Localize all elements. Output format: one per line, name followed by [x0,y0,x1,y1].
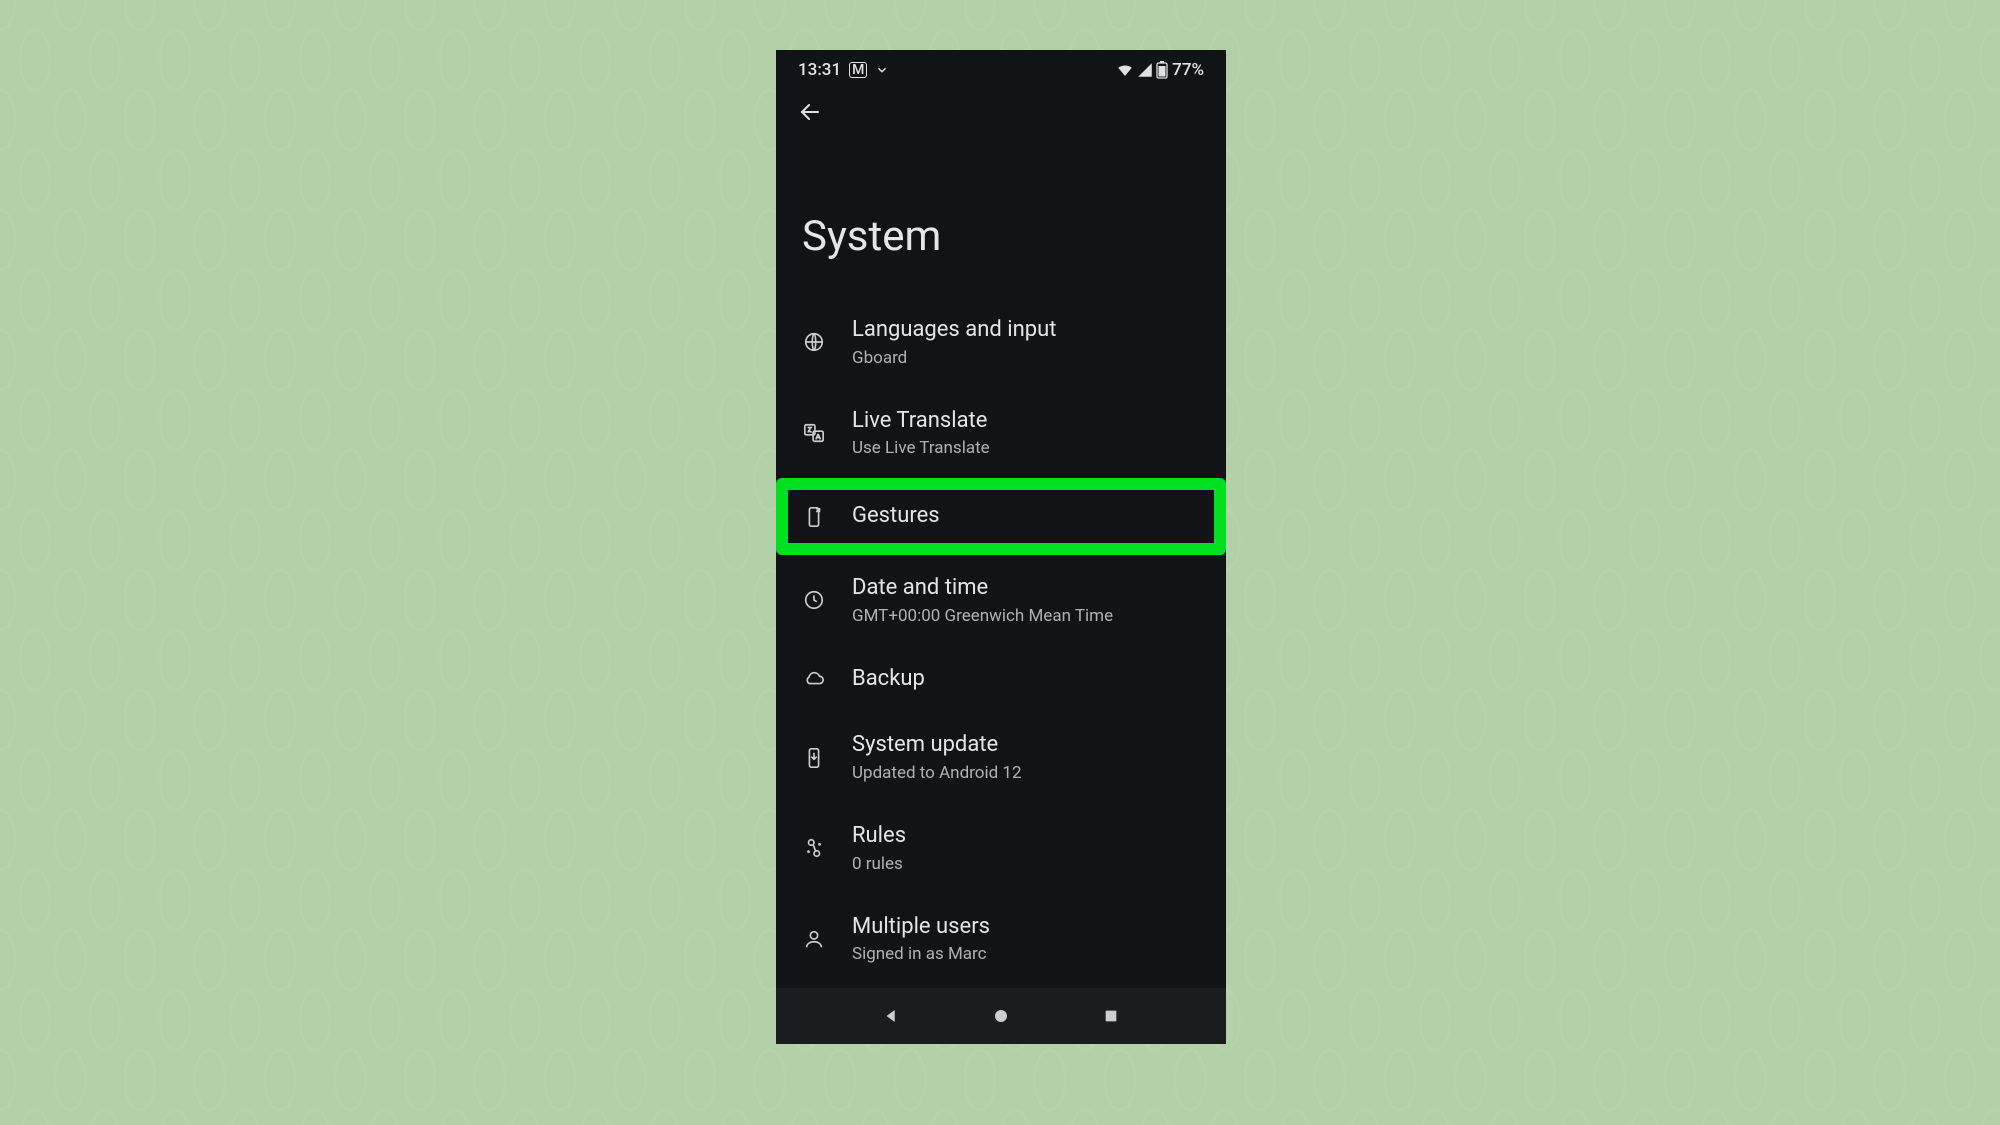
item-title: Gestures [852,502,940,531]
item-backup[interactable]: Backup [776,646,1226,713]
item-subtitle: Use Live Translate [852,437,990,459]
item-languages-input[interactable]: Languages and input Gboard [776,297,1226,388]
rules-icon [802,836,826,860]
battery-percent: 77% [1172,60,1204,80]
item-title: Date and time [852,574,1113,603]
navigation-bar [776,988,1226,1044]
item-system-update[interactable]: System update Updated to Android 12 [776,712,1226,803]
item-title: Multiple users [852,913,990,942]
nav-back-button[interactable] [880,1005,902,1027]
item-live-translate[interactable]: Live Translate Use Live Translate [776,388,1226,479]
status-left: 13:31 M [798,60,889,80]
globe-icon [802,330,826,354]
item-title: Backup [852,665,925,694]
back-button[interactable] [798,100,822,124]
status-time: 13:31 [798,60,841,80]
item-title: System update [852,731,1022,760]
battery-icon [1156,61,1168,79]
item-subtitle: GMT+00:00 Greenwich Mean Time [852,605,1113,627]
item-gestures[interactable]: Gestures [776,478,1226,555]
nav-home-button[interactable] [990,1005,1012,1027]
item-date-time[interactable]: Date and time GMT+00:00 Greenwich Mean T… [776,555,1226,646]
item-subtitle: Gboard [852,347,1056,369]
update-icon [802,746,826,770]
nav-recent-button[interactable] [1100,1005,1122,1027]
person-icon [802,927,826,951]
status-right: 77% [1116,60,1204,80]
translate-icon [802,421,826,445]
triangle-back-icon [882,1007,900,1025]
square-recent-icon [1103,1008,1119,1024]
circle-home-icon [992,1007,1010,1025]
item-subtitle: 0 rules [852,853,906,875]
item-subtitle: Signed in as Marc [852,943,990,965]
clock-icon [802,588,826,612]
item-subtitle: Updated to Android 12 [852,762,1022,784]
item-title: Live Translate [852,407,990,436]
gmail-icon: M [849,62,867,78]
status-bar: 13:31 M 77% [776,50,1226,82]
signal-icon [1136,61,1154,79]
cloud-icon [802,667,826,691]
chevron-down-icon [875,63,889,77]
wifi-icon [1116,61,1134,79]
item-title: Rules [852,822,906,851]
item-title: Languages and input [852,316,1056,345]
item-rules[interactable]: Rules 0 rules [776,803,1226,894]
phone-frame: 13:31 M 77% System Languages and input G… [776,50,1226,1044]
gesture-icon [802,505,826,529]
page-title: System [776,124,1226,297]
app-bar [776,82,1226,124]
arrow-left-icon [798,100,822,124]
